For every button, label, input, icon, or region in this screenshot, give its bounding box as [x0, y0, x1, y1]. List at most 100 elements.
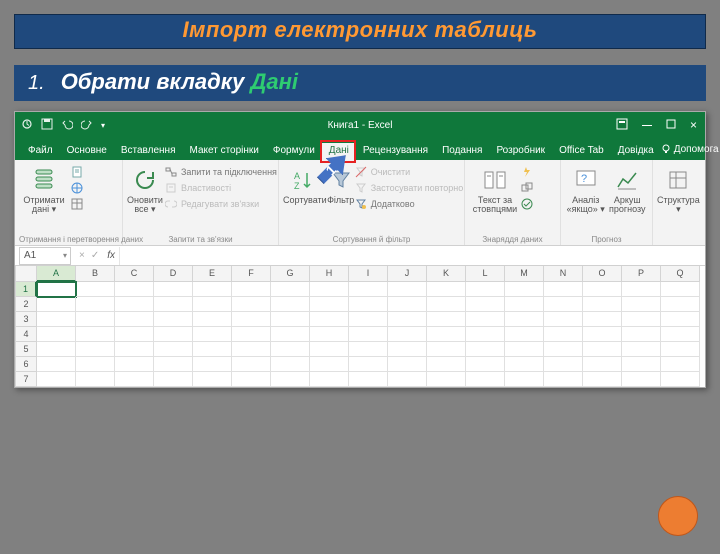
- cell[interactable]: [271, 342, 310, 357]
- cell[interactable]: [544, 357, 583, 372]
- cell[interactable]: [310, 282, 349, 297]
- cell[interactable]: [193, 327, 232, 342]
- cell[interactable]: [622, 327, 661, 342]
- col-header[interactable]: N: [544, 266, 583, 282]
- cell[interactable]: [466, 372, 505, 387]
- cell[interactable]: [466, 342, 505, 357]
- tab-review[interactable]: Рецензування: [356, 143, 435, 160]
- pager-circle[interactable]: [658, 496, 698, 536]
- tab-developer[interactable]: Розробник: [489, 143, 552, 160]
- autosave-icon[interactable]: [21, 118, 33, 133]
- cell[interactable]: [661, 297, 700, 312]
- cell[interactable]: [37, 297, 76, 312]
- cell[interactable]: [388, 342, 427, 357]
- chevron-down-icon[interactable]: ▾: [63, 251, 67, 260]
- cell[interactable]: [193, 372, 232, 387]
- col-header[interactable]: C: [115, 266, 154, 282]
- cell[interactable]: [349, 357, 388, 372]
- cell[interactable]: [271, 372, 310, 387]
- cell[interactable]: [427, 282, 466, 297]
- cell[interactable]: [388, 312, 427, 327]
- tab-home[interactable]: Основне: [60, 143, 114, 160]
- forecast-sheet-button[interactable]: Аркуш прогнозу: [607, 164, 649, 215]
- cell[interactable]: [661, 282, 700, 297]
- cell[interactable]: [154, 327, 193, 342]
- col-header[interactable]: D: [154, 266, 193, 282]
- cell[interactable]: [661, 372, 700, 387]
- cell[interactable]: [583, 372, 622, 387]
- cell[interactable]: [271, 327, 310, 342]
- cell[interactable]: [349, 372, 388, 387]
- col-header[interactable]: Q: [661, 266, 700, 282]
- cell[interactable]: [622, 342, 661, 357]
- cell[interactable]: [76, 372, 115, 387]
- col-header[interactable]: J: [388, 266, 427, 282]
- cell[interactable]: [466, 297, 505, 312]
- cell[interactable]: [193, 312, 232, 327]
- cell[interactable]: [115, 312, 154, 327]
- tab-help[interactable]: Довідка: [611, 143, 661, 160]
- cell[interactable]: [505, 297, 544, 312]
- cell[interactable]: [427, 357, 466, 372]
- cell[interactable]: [466, 327, 505, 342]
- get-data-button[interactable]: Отримати дані ▾: [19, 164, 69, 215]
- col-header[interactable]: F: [232, 266, 271, 282]
- cell[interactable]: [622, 357, 661, 372]
- col-header[interactable]: I: [349, 266, 388, 282]
- outline-button[interactable]: Структура ▾: [657, 164, 700, 215]
- tab-file[interactable]: Файл: [21, 143, 60, 160]
- cell[interactable]: [349, 297, 388, 312]
- cell[interactable]: [388, 357, 427, 372]
- cell[interactable]: [583, 327, 622, 342]
- cell[interactable]: [310, 327, 349, 342]
- cell[interactable]: [622, 372, 661, 387]
- cell[interactable]: [661, 312, 700, 327]
- cell[interactable]: [37, 372, 76, 387]
- cell[interactable]: [115, 327, 154, 342]
- cell[interactable]: [544, 297, 583, 312]
- cell[interactable]: [76, 357, 115, 372]
- close-icon[interactable]: ×: [690, 118, 697, 132]
- tab-insert[interactable]: Вставлення: [114, 143, 183, 160]
- row-header[interactable]: 6: [15, 357, 37, 372]
- name-box[interactable]: A1 ▾: [19, 247, 71, 265]
- cell[interactable]: [583, 312, 622, 327]
- cell[interactable]: [505, 372, 544, 387]
- cell[interactable]: [37, 342, 76, 357]
- cell[interactable]: [154, 372, 193, 387]
- cell[interactable]: [271, 297, 310, 312]
- cell[interactable]: [349, 282, 388, 297]
- cell[interactable]: [388, 327, 427, 342]
- edit-links-button[interactable]: Редагувати зв'язки: [165, 198, 277, 210]
- cell[interactable]: [37, 327, 76, 342]
- cell[interactable]: [349, 342, 388, 357]
- cell[interactable]: [622, 312, 661, 327]
- row-header[interactable]: 2: [15, 297, 37, 312]
- advanced-filter-button[interactable]: Додатково: [355, 198, 464, 210]
- cell[interactable]: [154, 297, 193, 312]
- from-table-button[interactable]: [71, 198, 83, 210]
- cell[interactable]: [232, 282, 271, 297]
- cancel-formula-icon[interactable]: ×: [79, 250, 85, 261]
- cell[interactable]: [37, 357, 76, 372]
- flash-fill-button[interactable]: [521, 166, 533, 178]
- cell[interactable]: [271, 312, 310, 327]
- cell[interactable]: [466, 312, 505, 327]
- queries-connections-button[interactable]: Запити та підключення: [165, 166, 277, 178]
- cell[interactable]: [544, 282, 583, 297]
- maximize-icon[interactable]: [666, 119, 676, 132]
- cell[interactable]: [76, 282, 115, 297]
- formula-input[interactable]: [119, 247, 705, 265]
- fx-label[interactable]: fx: [107, 250, 115, 261]
- properties-button[interactable]: Властивості: [165, 182, 277, 194]
- cell[interactable]: [310, 372, 349, 387]
- row-header[interactable]: 1: [15, 282, 37, 297]
- cell[interactable]: [193, 297, 232, 312]
- cell[interactable]: [583, 357, 622, 372]
- cell[interactable]: [154, 357, 193, 372]
- cell[interactable]: [505, 327, 544, 342]
- cell[interactable]: [115, 282, 154, 297]
- col-header[interactable]: B: [76, 266, 115, 282]
- whatif-button[interactable]: ? Аналіз «якщо» ▾: [565, 164, 607, 215]
- from-text-button[interactable]: [71, 166, 83, 178]
